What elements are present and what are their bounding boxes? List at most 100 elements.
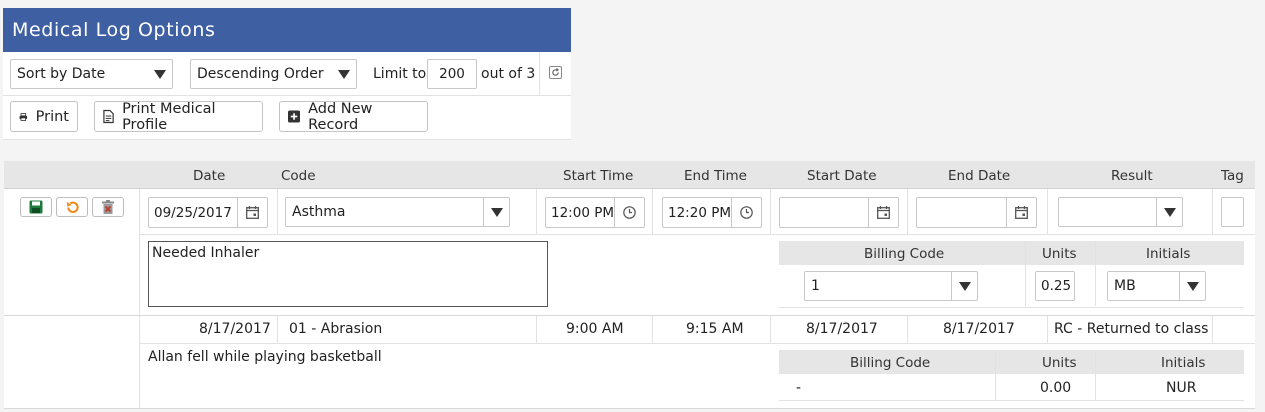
column-divider <box>907 316 908 343</box>
chevron-down-icon <box>958 281 971 291</box>
calendar-icon[interactable] <box>1006 198 1036 227</box>
billing-code-select-value: 1 <box>811 278 820 294</box>
order-select[interactable]: Descending Order <box>190 59 357 89</box>
save-button[interactable] <box>20 197 52 217</box>
header-start-date[interactable]: Start Date <box>807 168 877 184</box>
initials-header: Initials <box>1161 355 1206 371</box>
row-notes: Allan fell while playing basketball <box>148 349 382 365</box>
row-result: RC - Returned to class <box>1054 321 1209 337</box>
start-time-input[interactable]: 12:00 PM <box>545 197 645 228</box>
row-divider <box>139 343 1255 344</box>
column-divider <box>139 189 140 409</box>
header-result[interactable]: Result <box>1111 168 1153 184</box>
column-divider <box>995 350 996 400</box>
header-tag[interactable]: Tag <box>1221 168 1244 184</box>
start-time-input-value: 12:00 PM <box>551 204 614 221</box>
units-value: 0.00 <box>1040 380 1072 396</box>
start-date-input[interactable] <box>779 197 899 228</box>
result-select[interactable] <box>1058 197 1183 227</box>
column-divider <box>1025 241 1026 306</box>
billing-code-value: - <box>796 380 802 396</box>
code-select-value: Asthma <box>292 204 346 220</box>
row-divider <box>779 307 1244 308</box>
limit-input[interactable]: 200 <box>427 59 477 89</box>
divider <box>3 95 571 96</box>
end-date-input[interactable] <box>916 197 1037 228</box>
header-end-time[interactable]: End Time <box>684 168 747 184</box>
notes-textarea[interactable]: Needed Inhaler <box>148 241 548 307</box>
chevron-down-icon <box>1163 207 1176 217</box>
column-divider <box>652 189 653 234</box>
document-icon <box>103 109 114 124</box>
date-input-value: 09/25/2017 <box>154 204 232 221</box>
divider <box>539 52 540 95</box>
billing-code-header: Billing Code <box>850 355 931 371</box>
clock-icon[interactable] <box>614 198 644 227</box>
chevron-down-icon <box>1186 281 1199 291</box>
header-date[interactable]: Date <box>193 168 225 184</box>
row-date: 8/17/2017 <box>199 321 271 337</box>
column-divider <box>1047 316 1048 343</box>
add-new-record-button[interactable]: Add New Record <box>279 101 428 133</box>
billing-code-select[interactable]: 1 <box>804 271 978 301</box>
units-input[interactable]: 0.25 <box>1035 271 1075 301</box>
column-divider <box>536 316 537 343</box>
row-code: 01 - Abrasion <box>289 321 383 337</box>
chevron-down-icon <box>154 69 166 79</box>
chevron-down-icon <box>490 207 503 217</box>
floppy-disk-icon <box>29 200 43 214</box>
column-divider <box>770 316 771 343</box>
chevron-down-icon <box>338 69 350 79</box>
column-divider <box>1047 189 1048 234</box>
end-time-input[interactable]: 12:20 PM <box>662 197 762 228</box>
header-code[interactable]: Code <box>281 168 316 184</box>
undo-icon <box>66 201 79 213</box>
sort-select-value: Sort by Date <box>17 66 106 82</box>
column-divider <box>652 316 653 343</box>
out-of-label: out of 3 <box>481 66 536 82</box>
print-medical-profile-button[interactable]: Print Medical Profile <box>94 101 263 133</box>
column-divider <box>1095 241 1096 306</box>
initials-select-value: MB <box>1114 278 1136 294</box>
units-input-value: 0.25 <box>1041 278 1072 294</box>
header-start-time[interactable]: Start Time <box>563 168 633 184</box>
refresh-icon[interactable] <box>549 66 562 79</box>
end-time-input-value: 12:20 PM <box>668 204 731 221</box>
header-end-date[interactable]: End Date <box>948 168 1010 184</box>
date-input[interactable]: 09/25/2017 <box>148 197 268 228</box>
row-end-date: 8/17/2017 <box>943 321 1015 337</box>
row-start-date: 8/17/2017 <box>806 321 878 337</box>
billing-code-header: Billing Code <box>864 246 945 262</box>
undo-button[interactable] <box>56 197 88 217</box>
calendar-icon[interactable] <box>868 198 898 227</box>
calendar-icon[interactable] <box>237 198 267 227</box>
row-divider <box>779 400 1244 401</box>
clock-icon[interactable] <box>731 198 761 227</box>
column-divider <box>1212 316 1213 343</box>
order-select-value: Descending Order <box>197 66 324 82</box>
column-divider <box>770 189 771 234</box>
delete-button[interactable] <box>92 197 124 217</box>
plus-square-icon <box>288 110 301 123</box>
units-header: Units <box>1042 355 1077 371</box>
initials-select[interactable]: MB <box>1107 271 1206 301</box>
column-divider <box>907 189 908 234</box>
tag-input[interactable] <box>1221 197 1244 227</box>
column-divider <box>277 189 278 234</box>
row-start-time: 9:00 AM <box>566 321 624 337</box>
column-divider <box>1095 350 1096 400</box>
print-button-label: Print <box>35 108 69 125</box>
limit-input-value: 200 <box>439 66 465 82</box>
row-end-time: 9:15 AM <box>686 321 744 337</box>
code-select[interactable]: Asthma <box>285 197 510 227</box>
panel-title: Medical Log Options <box>3 8 571 52</box>
sort-select[interactable]: Sort by Date <box>10 59 173 89</box>
column-divider <box>277 316 278 343</box>
printer-icon <box>19 112 28 121</box>
initials-header: Initials <box>1146 246 1191 262</box>
row-divider <box>139 234 1255 235</box>
column-divider <box>1212 189 1213 234</box>
limit-label: Limit to <box>373 66 427 82</box>
print-button[interactable]: Print <box>10 101 78 132</box>
trash-icon <box>102 199 114 214</box>
